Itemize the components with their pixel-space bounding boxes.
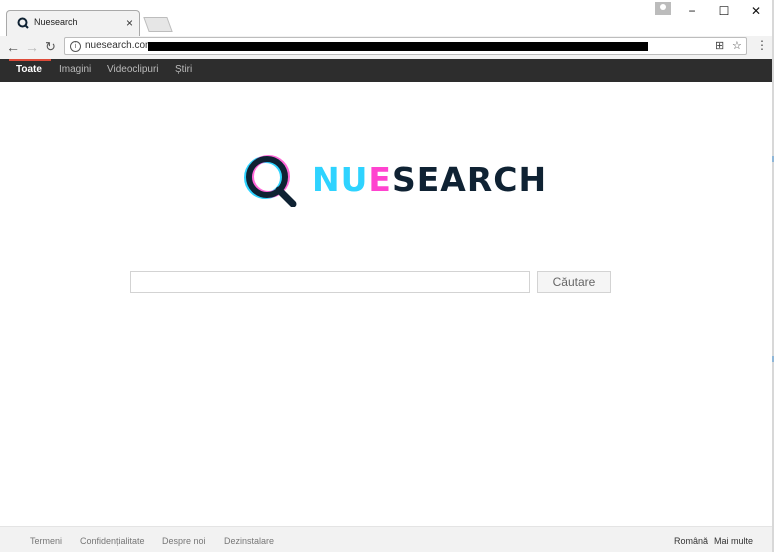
close-window-button[interactable]: ✕ <box>744 3 768 19</box>
user-profile-icon[interactable] <box>655 2 671 15</box>
search-button[interactable]: Căutare <box>537 271 611 293</box>
reload-icon[interactable]: ↻ <box>45 37 56 57</box>
nuesearch-favicon-icon <box>17 17 29 29</box>
nav-item-imagini[interactable]: Imagini <box>59 64 91 75</box>
translate-icon[interactable]: ⊞ <box>715 39 724 52</box>
maximize-button[interactable]: ☐ <box>712 3 736 19</box>
forward-arrow-icon[interactable]: → <box>25 37 39 57</box>
url-text: nuesearch.com <box>85 40 154 51</box>
new-tab-button[interactable] <box>143 17 173 32</box>
footer-link-despre-noi[interactable]: Despre noi <box>162 536 206 546</box>
info-icon[interactable]: i <box>70 41 81 52</box>
browser-tab[interactable]: Nuesearch × <box>6 10 140 36</box>
nuesearch-logo-q-icon <box>244 155 297 207</box>
logo-text-e: E <box>368 160 392 199</box>
tab-close-icon[interactable]: × <box>126 14 133 32</box>
footer-link-dezinstalare[interactable]: Dezinstalare <box>224 536 274 546</box>
kebab-menu-icon[interactable]: ⋮ <box>756 38 768 52</box>
nav-item-stiri[interactable]: Știri <box>175 64 192 75</box>
nuesearch-logo-text: NUESEARCH <box>312 160 547 199</box>
logo-text-nu: NU <box>312 160 369 199</box>
search-input[interactable] <box>130 271 530 293</box>
tab-title: Nuesearch <box>34 17 78 27</box>
back-arrow-icon[interactable]: ← <box>6 37 20 57</box>
footer-link-confidentialitate[interactable]: Confidențialitate <box>80 536 145 546</box>
nav-item-videoclipuri[interactable]: Videoclipuri <box>107 64 159 75</box>
bookmark-star-icon[interactable]: ☆ <box>732 39 742 52</box>
nav-item-toate[interactable]: Toate <box>16 64 42 75</box>
active-tab-indicator <box>9 59 51 61</box>
language-selector[interactable]: Română <box>674 536 708 546</box>
more-link[interactable]: Mai multe <box>714 536 753 546</box>
address-bar[interactable]: i nuesearch.com ⊞ ☆ <box>64 37 747 55</box>
footer-link-termeni[interactable]: Termeni <box>30 536 62 546</box>
minimize-button[interactable]: − <box>680 3 704 19</box>
logo-text-search: SEARCH <box>391 160 548 199</box>
redacted-url-bar <box>148 42 648 51</box>
